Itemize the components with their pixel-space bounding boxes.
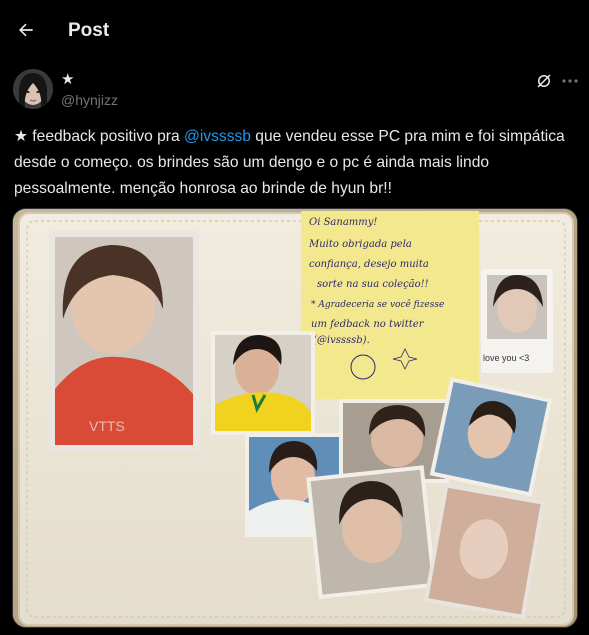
- media-photo: VTTS Oi Sanammy! Muito obrigada pela con…: [13, 209, 577, 627]
- back-button[interactable]: [12, 16, 40, 44]
- note-line: Muito obrigada pela: [308, 239, 412, 250]
- page-title: Post: [68, 20, 110, 41]
- post-text-part1: ★ feedback positivo pra: [14, 128, 185, 145]
- photocard-large: VTTS: [49, 231, 199, 451]
- polaroid-caption: love you <3: [483, 353, 529, 363]
- more-options-button[interactable]: [558, 71, 582, 91]
- photocard-jersey: [211, 331, 315, 435]
- grok-button[interactable]: [534, 71, 554, 91]
- avatar[interactable]: [13, 69, 53, 109]
- user-handle[interactable]: @hynjizz: [61, 92, 118, 108]
- sticky-note: Oi Sanammy! Muito obrigada pela confianç…: [301, 211, 479, 399]
- note-line: Oi Sanammy!: [309, 217, 377, 228]
- top-bar: Post: [0, 0, 589, 62]
- photocard-bottom: [306, 465, 437, 599]
- note-line: um fedback no twitter: [311, 319, 425, 330]
- note-line: (@ivssssb).: [313, 335, 370, 346]
- photocard-text: VTTS: [89, 418, 125, 434]
- note-line: sorte na sua coleção!!: [317, 279, 429, 290]
- more-horizontal-icon: [562, 79, 578, 83]
- display-name[interactable]: ★: [61, 70, 74, 88]
- photocard-holo: [423, 483, 546, 620]
- post-text: ★ feedback positivo pra @ivssssb que ven…: [14, 124, 579, 202]
- note-line: confiança, desejo muita: [309, 259, 429, 270]
- arrow-left-icon: [19, 23, 33, 37]
- polaroid-card: love you <3: [481, 269, 553, 373]
- post-media-image[interactable]: VTTS Oi Sanammy! Muito obrigada pela con…: [12, 208, 578, 628]
- note-line: * Agradeceria se você fizesse: [311, 299, 444, 310]
- mention-link[interactable]: @ivssssb: [184, 128, 251, 145]
- avatar-image: [13, 69, 53, 109]
- photocard-tilted-right: [429, 377, 553, 497]
- grok-icon: [537, 74, 551, 88]
